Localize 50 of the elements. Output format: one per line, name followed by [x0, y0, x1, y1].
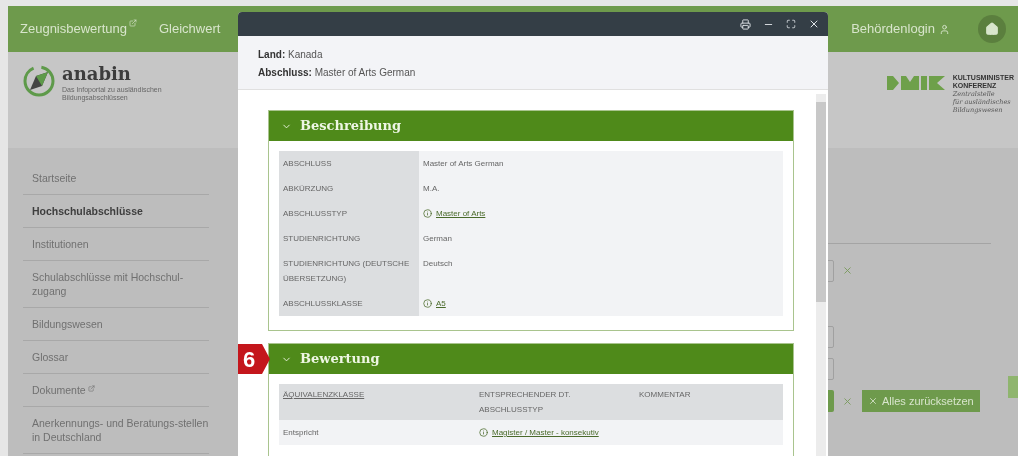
close-icon[interactable]: [808, 18, 820, 30]
detail-label: ABSCHLUSS: [279, 151, 419, 176]
section-header[interactable]: Bewertung: [269, 344, 793, 374]
detail-label: STUDIENRICHTUNG (DEUTSCHE ÜBERSETZUNG): [279, 251, 419, 291]
home-icon: [985, 22, 999, 36]
info-link[interactable]: Magister / Master - konsekutiv: [479, 425, 599, 440]
sidebar-item[interactable]: Startseite: [23, 162, 209, 195]
detail-label: ABSCHLUSSKLASSE: [279, 291, 419, 316]
detail-value: Entspricht: [283, 427, 319, 439]
detail-label: ABKÜRZUNG: [279, 176, 419, 201]
sidebar-item[interactable]: Schulabschlüsse mit Hochschul-zugang: [23, 261, 209, 308]
user-icon: [939, 23, 950, 35]
info-line: Abschluss: Master of Arts German: [258, 66, 417, 79]
close-icon: [868, 396, 878, 406]
info-icon: [479, 428, 488, 437]
detail-value: German: [423, 233, 452, 245]
sidebar-item[interactable]: Institutionen: [23, 228, 209, 261]
info-line: Land: Kanada: [258, 48, 324, 61]
scrollbar[interactable]: [816, 94, 826, 456]
detail-value: Deutsch: [423, 258, 453, 270]
detail-label: ABSCHLUSSTYP: [279, 201, 419, 226]
step-badge: 6: [238, 344, 270, 374]
info-icon: [423, 209, 432, 218]
column-header[interactable]: ÄQUIVALENZKLASSE: [279, 384, 475, 420]
reset-button[interactable]: Alles zurücksetzen: [862, 390, 980, 412]
sidebar-item[interactable]: Anerkennungs- und Beratungs-stellen in Deutschland: [23, 407, 209, 454]
section-header[interactable]: Beschreibung: [269, 111, 793, 141]
sidebar-item[interactable]: Dokumente: [23, 374, 209, 407]
compass-logo-icon: [22, 64, 56, 98]
info-icon: [423, 299, 432, 308]
home-button[interactable]: [978, 15, 1006, 43]
nav-link[interactable]: Gleichwert: [158, 19, 221, 39]
nav-link[interactable]: Zeugnisbewertung: [20, 19, 137, 39]
detail-label: STUDIENRICHTUNG: [279, 226, 419, 251]
external-link-icon: [87, 385, 95, 392]
logo-name: anabin: [62, 62, 132, 86]
external-link-icon: [128, 19, 137, 28]
sidebar-item[interactable]: Glossar: [23, 341, 209, 374]
column-header: KOMMENTAR: [638, 389, 692, 401]
detail-value: M.A.: [423, 183, 440, 195]
info-link[interactable]: Master of Arts: [423, 206, 486, 221]
kmk-logo-icon: [886, 76, 947, 90]
sidebar-item[interactable]: Hochschulabschlüsse: [23, 195, 209, 228]
maximize-icon[interactable]: [786, 19, 796, 29]
print-icon[interactable]: [740, 18, 751, 30]
sidebar-item[interactable]: Bildungswesen: [23, 308, 209, 341]
login-link[interactable]: Behördenlogin: [851, 19, 950, 39]
detail-value: Master of Arts German: [423, 158, 504, 170]
column-header: ENTSPRECHENDER DT. ABSCHLUSSTYP: [478, 389, 572, 416]
info-link[interactable]: A5: [423, 296, 446, 311]
